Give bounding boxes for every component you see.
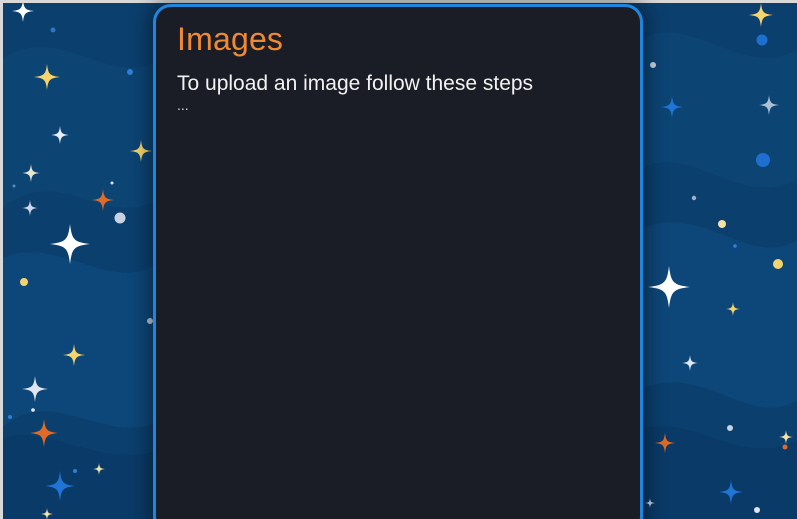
images-panel: Images To upload an image follow these s… <box>153 4 643 519</box>
window-edge-left <box>0 0 3 519</box>
page: Images To upload an image follow these s… <box>0 0 797 519</box>
window-edge-top <box>0 0 797 3</box>
upload-instruction-text: To upload an image follow these steps <box>177 72 534 95</box>
instruction-ellipsis: ... <box>177 97 189 113</box>
panel-title: Images <box>177 21 284 57</box>
